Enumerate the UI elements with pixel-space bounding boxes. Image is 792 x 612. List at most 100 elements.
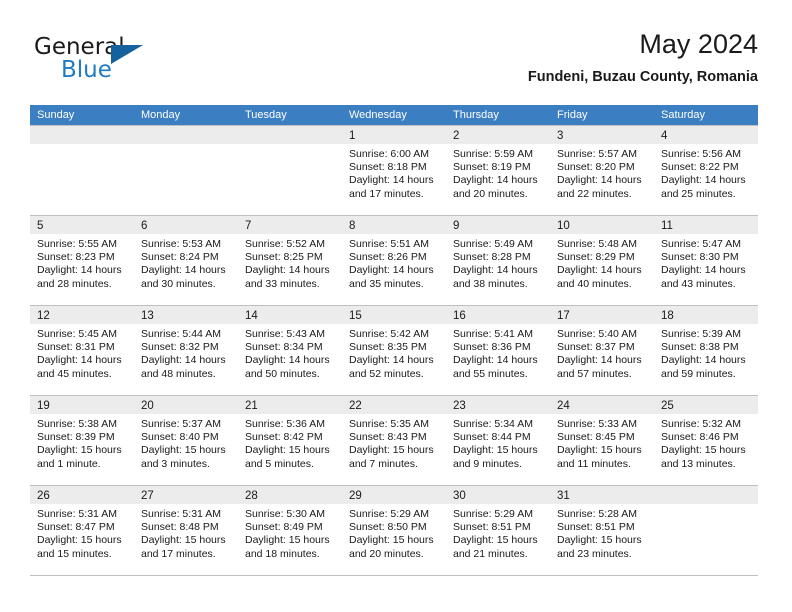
day-cell[interactable]: 14 Sunrise: 5:43 AM Sunset: 8:34 PM Dayl…: [238, 306, 342, 395]
sunrise-text: Sunrise: 5:31 AM: [37, 508, 117, 520]
day-cell[interactable]: 30 Sunrise: 5:29 AM Sunset: 8:51 PM Dayl…: [446, 486, 550, 575]
sunrise-text: Sunrise: 5:45 AM: [37, 328, 117, 340]
day-info: Sunrise: 5:57 AM Sunset: 8:20 PM Dayligh…: [550, 144, 654, 201]
sunrise-text: Sunrise: 5:39 AM: [661, 328, 741, 340]
calendar-week-row: 26 Sunrise: 5:31 AM Sunset: 8:47 PM Dayl…: [30, 485, 758, 575]
day-cell[interactable]: 1 Sunrise: 6:00 AM Sunset: 8:18 PM Dayli…: [342, 126, 446, 215]
dow-tuesday: Tuesday: [245, 109, 287, 121]
day-cell[interactable]: 6 Sunrise: 5:53 AM Sunset: 8:24 PM Dayli…: [134, 216, 238, 305]
day-cell[interactable]: 12 Sunrise: 5:45 AM Sunset: 8:31 PM Dayl…: [30, 306, 134, 395]
sunset-text: Sunset: 8:51 PM: [557, 521, 635, 534]
daylight-text-line2: and 48 minutes.: [141, 367, 216, 380]
daylight-text-line1: Daylight: 15 hours: [661, 444, 746, 457]
day-number: 19: [37, 400, 50, 412]
day-number: 9: [453, 220, 460, 232]
day-cell[interactable]: 22 Sunrise: 5:35 AM Sunset: 8:43 PM Dayl…: [342, 396, 446, 485]
day-cell[interactable]: 16 Sunrise: 5:41 AM Sunset: 8:36 PM Dayl…: [446, 306, 550, 395]
title-block: May 2024 Fundeni, Buzau County, Romania: [528, 28, 758, 87]
sunset-text: Sunset: 8:37 PM: [557, 341, 635, 354]
day-cell[interactable]: 8 Sunrise: 5:51 AM Sunset: 8:26 PM Dayli…: [342, 216, 446, 305]
day-number: 8: [349, 220, 356, 232]
day-cell[interactable]: 20 Sunrise: 5:37 AM Sunset: 8:40 PM Dayl…: [134, 396, 238, 485]
day-number-band: 16: [446, 306, 550, 324]
daylight-text-line2: and 22 minutes.: [557, 187, 632, 200]
day-info: Sunrise: 5:51 AM Sunset: 8:26 PM Dayligh…: [342, 234, 446, 291]
day-info: Sunrise: 5:40 AM Sunset: 8:37 PM Dayligh…: [550, 324, 654, 381]
day-cell[interactable]: 26 Sunrise: 5:31 AM Sunset: 8:47 PM Dayl…: [30, 486, 134, 575]
day-cell[interactable]: 18 Sunrise: 5:39 AM Sunset: 8:38 PM Dayl…: [654, 306, 758, 395]
day-number-band: 25: [654, 396, 758, 414]
daylight-text-line1: Daylight: 14 hours: [557, 354, 642, 367]
day-number: 30: [453, 490, 466, 502]
day-cell[interactable]: 19 Sunrise: 5:38 AM Sunset: 8:39 PM Dayl…: [30, 396, 134, 485]
daylight-text-line1: Daylight: 15 hours: [37, 444, 122, 457]
day-cell[interactable]: 28 Sunrise: 5:30 AM Sunset: 8:49 PM Dayl…: [238, 486, 342, 575]
daylight-text-line1: Daylight: 14 hours: [349, 264, 434, 277]
sunset-text: Sunset: 8:18 PM: [349, 161, 427, 174]
daylight-text-line2: and 43 minutes.: [661, 277, 736, 290]
daylight-text-line2: and 23 minutes.: [557, 547, 632, 560]
day-cell[interactable]: 25 Sunrise: 5:32 AM Sunset: 8:46 PM Dayl…: [654, 396, 758, 485]
sunset-text: Sunset: 8:35 PM: [349, 341, 427, 354]
dow-thursday: Thursday: [453, 109, 499, 121]
day-info: Sunrise: 5:36 AM Sunset: 8:42 PM Dayligh…: [238, 414, 342, 471]
day-cell[interactable]: 9 Sunrise: 5:49 AM Sunset: 8:28 PM Dayli…: [446, 216, 550, 305]
day-cell[interactable]: 15 Sunrise: 5:42 AM Sunset: 8:35 PM Dayl…: [342, 306, 446, 395]
calendar-week-row: 1 Sunrise: 6:00 AM Sunset: 8:18 PM Dayli…: [30, 125, 758, 215]
day-number: 5: [37, 220, 44, 232]
daylight-text-line1: Daylight: 14 hours: [557, 264, 642, 277]
day-info: Sunrise: 5:29 AM Sunset: 8:50 PM Dayligh…: [342, 504, 446, 561]
daylight-text-line2: and 1 minute.: [37, 457, 101, 470]
sunrise-text: Sunrise: 5:48 AM: [557, 238, 637, 250]
day-cell[interactable]: 2 Sunrise: 5:59 AM Sunset: 8:19 PM Dayli…: [446, 126, 550, 215]
day-cell[interactable]: 24 Sunrise: 5:33 AM Sunset: 8:45 PM Dayl…: [550, 396, 654, 485]
sunset-text: Sunset: 8:36 PM: [453, 341, 531, 354]
day-number-band: 8: [342, 216, 446, 234]
day-number: 16: [453, 310, 466, 322]
daylight-text-line1: Daylight: 14 hours: [37, 354, 122, 367]
day-number-band: 31: [550, 486, 654, 504]
sunset-text: Sunset: 8:39 PM: [37, 431, 115, 444]
day-number: 6: [141, 220, 148, 232]
day-info: Sunrise: 5:34 AM Sunset: 8:44 PM Dayligh…: [446, 414, 550, 471]
daylight-text-line2: and 17 minutes.: [141, 547, 216, 560]
day-cell[interactable]: 3 Sunrise: 5:57 AM Sunset: 8:20 PM Dayli…: [550, 126, 654, 215]
general-blue-logo[interactable]: General Blue: [34, 34, 194, 90]
sunrise-text: Sunrise: 5:51 AM: [349, 238, 429, 250]
daylight-text-line2: and 33 minutes.: [245, 277, 320, 290]
day-number-band: 30: [446, 486, 550, 504]
sunrise-text: Sunrise: 5:35 AM: [349, 418, 429, 430]
day-cell[interactable]: 31 Sunrise: 5:28 AM Sunset: 8:51 PM Dayl…: [550, 486, 654, 575]
day-info: Sunrise: 5:44 AM Sunset: 8:32 PM Dayligh…: [134, 324, 238, 381]
daylight-text-line2: and 18 minutes.: [245, 547, 320, 560]
sunrise-text: Sunrise: 5:34 AM: [453, 418, 533, 430]
day-cell[interactable]: 21 Sunrise: 5:36 AM Sunset: 8:42 PM Dayl…: [238, 396, 342, 485]
day-number-band: 13: [134, 306, 238, 324]
sunset-text: Sunset: 8:32 PM: [141, 341, 219, 354]
day-number-band: 12: [30, 306, 134, 324]
daylight-text-line1: Daylight: 14 hours: [349, 354, 434, 367]
day-cell[interactable]: 13 Sunrise: 5:44 AM Sunset: 8:32 PM Dayl…: [134, 306, 238, 395]
sunset-text: Sunset: 8:34 PM: [245, 341, 323, 354]
day-info: Sunrise: 5:31 AM Sunset: 8:48 PM Dayligh…: [134, 504, 238, 561]
sunset-text: Sunset: 8:44 PM: [453, 431, 531, 444]
page-title: May 2024: [639, 29, 758, 59]
daylight-text-line2: and 3 minutes.: [141, 457, 210, 470]
daylight-text-line2: and 20 minutes.: [349, 547, 424, 560]
day-cell[interactable]: 4 Sunrise: 5:56 AM Sunset: 8:22 PM Dayli…: [654, 126, 758, 215]
day-cell[interactable]: 10 Sunrise: 5:48 AM Sunset: 8:29 PM Dayl…: [550, 216, 654, 305]
daylight-text-line2: and 52 minutes.: [349, 367, 424, 380]
day-cell[interactable]: 11 Sunrise: 5:47 AM Sunset: 8:30 PM Dayl…: [654, 216, 758, 305]
day-cell[interactable]: 29 Sunrise: 5:29 AM Sunset: 8:50 PM Dayl…: [342, 486, 446, 575]
day-cell[interactable]: 7 Sunrise: 5:52 AM Sunset: 8:25 PM Dayli…: [238, 216, 342, 305]
day-number-band: 18: [654, 306, 758, 324]
day-cell[interactable]: 23 Sunrise: 5:34 AM Sunset: 8:44 PM Dayl…: [446, 396, 550, 485]
day-number-band: [654, 486, 758, 504]
day-cell[interactable]: 5 Sunrise: 5:55 AM Sunset: 8:23 PM Dayli…: [30, 216, 134, 305]
sunset-text: Sunset: 8:51 PM: [453, 521, 531, 534]
day-cell[interactable]: 27 Sunrise: 5:31 AM Sunset: 8:48 PM Dayl…: [134, 486, 238, 575]
day-cell[interactable]: 17 Sunrise: 5:40 AM Sunset: 8:37 PM Dayl…: [550, 306, 654, 395]
sunrise-text: Sunrise: 5:41 AM: [453, 328, 533, 340]
day-number-band: [134, 126, 238, 144]
page-header: General Blue May 2024 Fundeni, Buzau Cou…: [30, 28, 758, 94]
